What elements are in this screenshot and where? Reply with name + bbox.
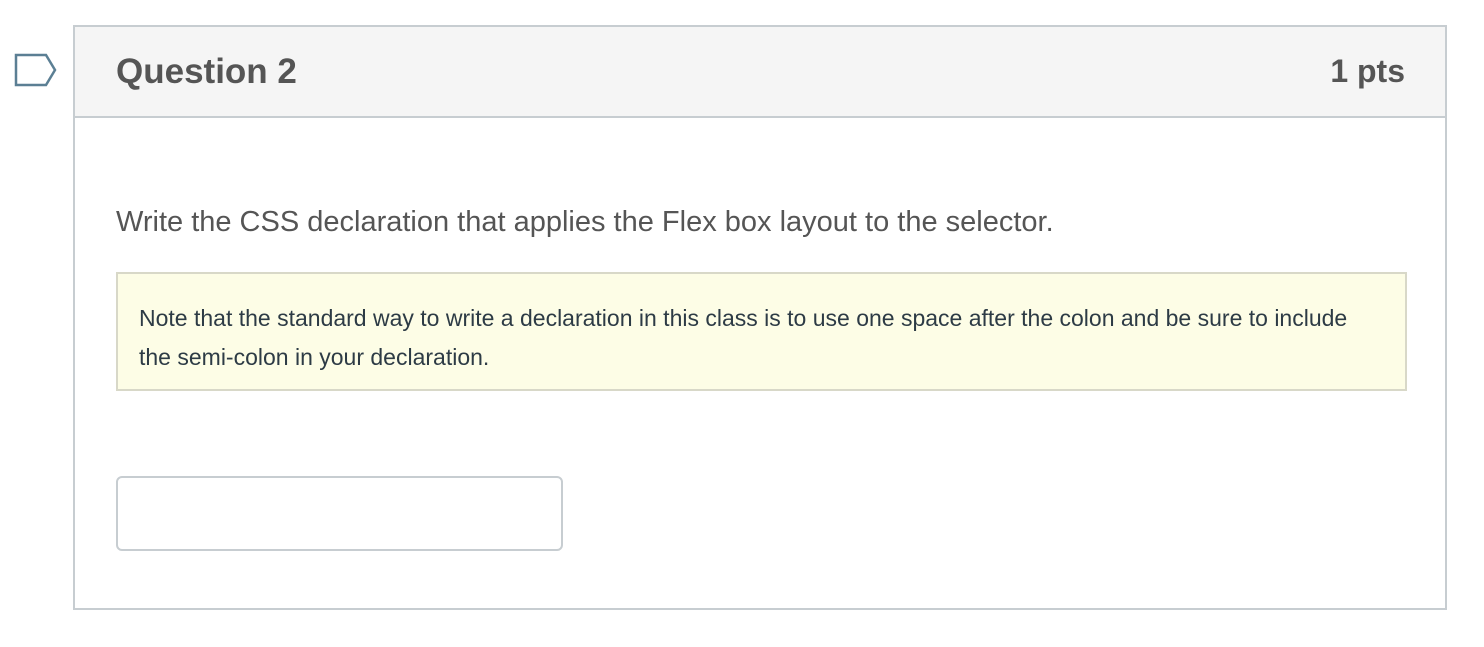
question-note: Note that the standard way to write a de… [116,272,1407,391]
question-header: Question 2 1 pts [75,27,1445,118]
question-card: Question 2 1 pts Write the CSS declarati… [73,25,1447,610]
question-points: 1 pts [1330,53,1405,89]
answer-input[interactable] [116,476,563,551]
flag-question-icon[interactable] [14,53,58,87]
question-title: Question 2 [116,51,297,91]
question-prompt: Write the CSS declaration that applies t… [116,206,1054,238]
